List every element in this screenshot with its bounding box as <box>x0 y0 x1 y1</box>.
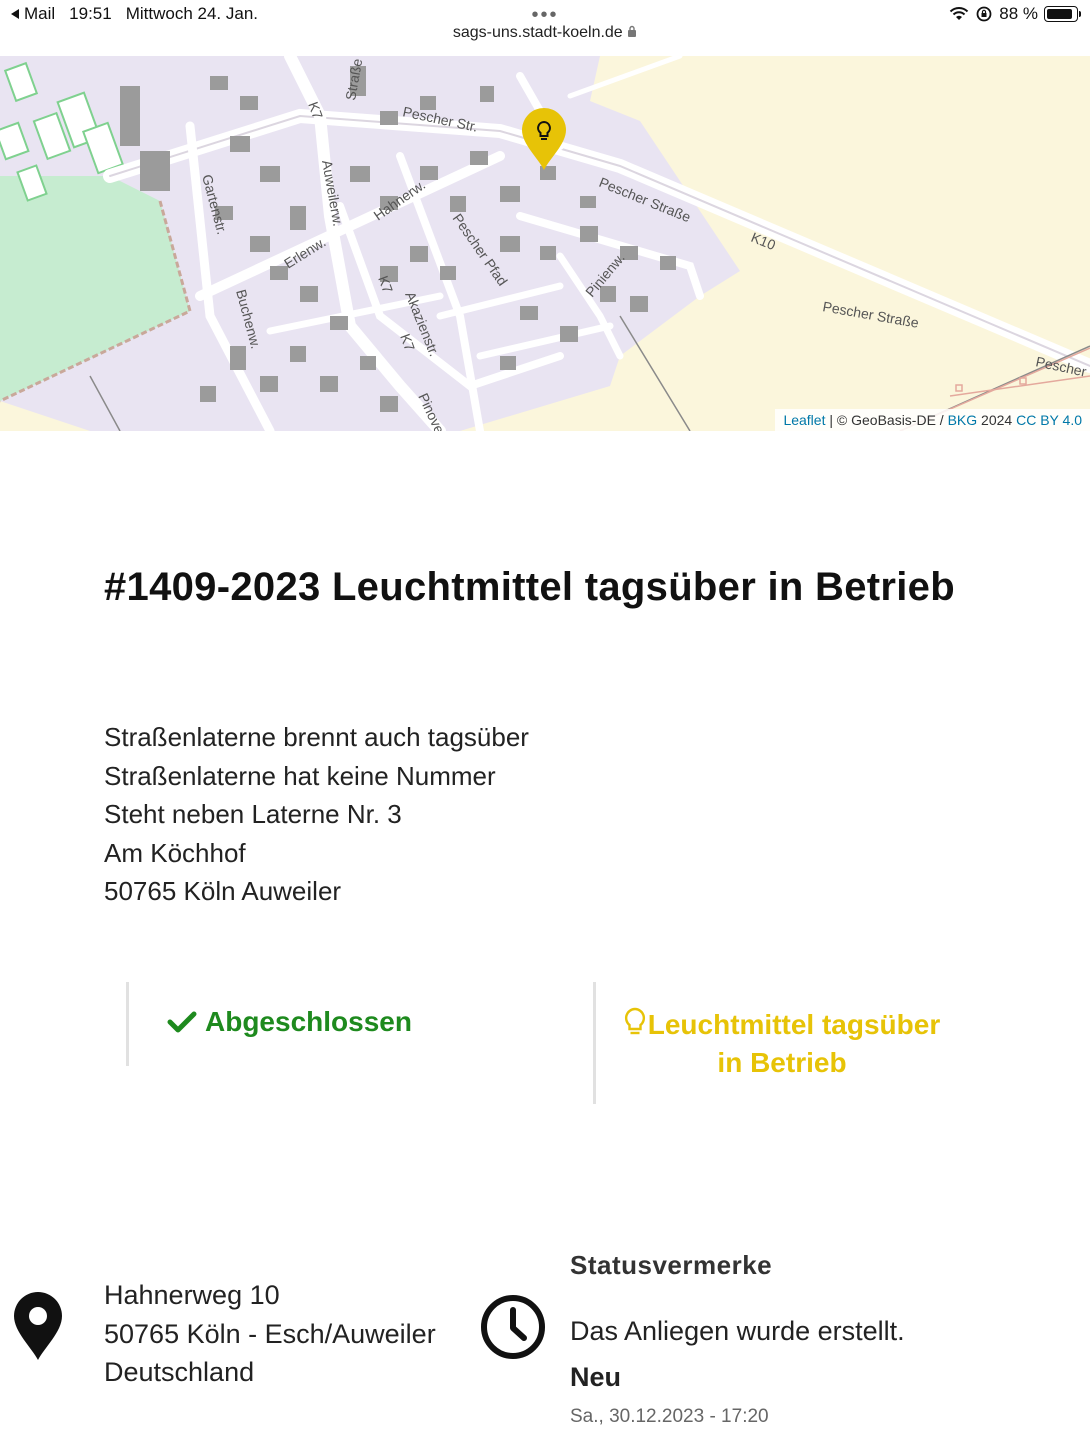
lock-icon <box>628 25 637 37</box>
status-notes-heading: Statusvermerke <box>570 1250 773 1280</box>
battery-icon <box>1044 6 1081 22</box>
report-address: Hahnerweg 10 50765 Köln - Esch/Auweiler … <box>104 1276 436 1392</box>
description-line: Straßenlaterne brennt auch tagsüber <box>104 722 529 752</box>
status-note-date: Sa., 30.12.2023 - 17:20 <box>570 1406 769 1427</box>
description-line: Am Köchhof <box>104 837 246 868</box>
address-line: 50765 Köln - Esch/Auweiler <box>104 1318 436 1349</box>
address-bar[interactable]: ••• sags-uns.stadt-koeln.de <box>0 5 1090 42</box>
label-pescher-strasse-2: Pescher Straße <box>821 298 920 331</box>
lightbulb-icon <box>624 1007 645 1035</box>
map-attribution: Leaflet | © GeoBasis-DE / BKG 2024 CC BY… <box>775 409 1090 431</box>
attribution-sep: | © GeoBasis-DE / <box>825 412 948 428</box>
clock-icon <box>481 1295 545 1359</box>
address-line: Deutschland <box>104 1357 255 1387</box>
address-line: Hahnerweg 10 <box>104 1280 280 1310</box>
map-view[interactable]: Straße K7 Pescher Str. Gartenstr. Auweil… <box>0 56 1090 431</box>
category-column: Leuchtmittel tagsüber in Betrieb <box>593 982 1036 1104</box>
url-display[interactable]: sags-uns.stadt-koeln.de <box>0 24 1090 42</box>
more-dots-icon[interactable]: ••• <box>0 5 1090 25</box>
description-line: Steht neben Laterne Nr. 3 <box>104 799 402 829</box>
location-pin-icon <box>14 1292 62 1360</box>
status-note-text: Das Anliegen wurde erstellt. <box>570 1316 905 1346</box>
description-line: 50765 Köln Auweiler <box>104 876 342 906</box>
category-badge: Leuchtmittel tagsüber in Betrieb <box>622 1006 942 1082</box>
leaflet-link[interactable]: Leaflet <box>783 412 825 428</box>
map-marker-lightbulb-icon[interactable] <box>520 108 568 172</box>
report-description: Straßenlaterne brennt auch tagsüber Stra… <box>104 718 529 911</box>
status-badge: Abgeschlossen <box>167 1006 412 1038</box>
orientation-lock-icon <box>976 6 992 22</box>
status-bar: Mail 19:51 Mittwoch 24. Jan. ••• sags-un… <box>0 0 1090 56</box>
description-line: Straßenlaterne hat keine Nummer <box>104 760 496 791</box>
status-bar-right: 88 % <box>949 4 1081 24</box>
license-link[interactable]: CC BY 4.0 <box>1016 412 1082 428</box>
battery-percent: 88 % <box>999 4 1038 23</box>
bkg-link[interactable]: BKG <box>948 412 978 428</box>
url-text: sags-uns.stadt-koeln.de <box>452 24 623 41</box>
category-label: Leuchtmittel tagsüber in Betrieb <box>647 1009 941 1078</box>
attribution-year: 2024 <box>977 412 1017 428</box>
checkmark-icon <box>167 1011 197 1033</box>
wifi-icon <box>950 7 969 20</box>
status-label: Abgeschlossen <box>205 1006 412 1037</box>
status-note-status: Neu <box>570 1362 622 1392</box>
status-column: Abgeschlossen <box>126 982 569 1066</box>
page-title: #1409-2023 Leuchtmittel tagsüber in Betr… <box>104 565 955 609</box>
